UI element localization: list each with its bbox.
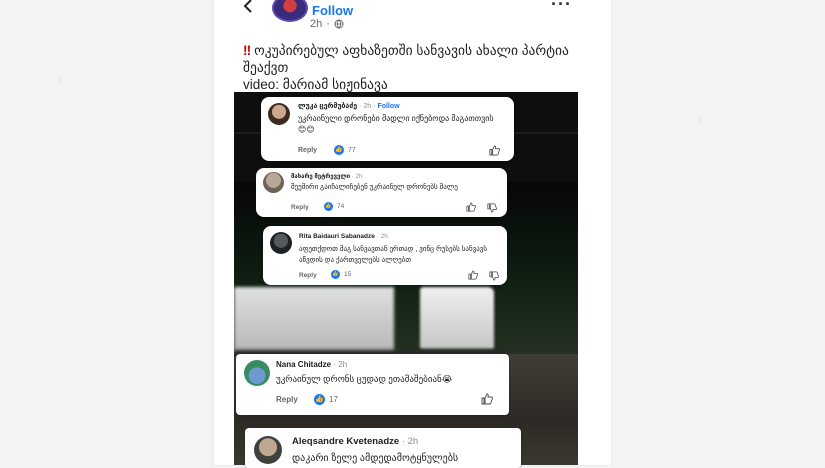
reply-button[interactable]: Reply — [299, 272, 317, 279]
comment-card: Rita Baidauri Sabanadze · 2h აფეთქდოთ მა… — [263, 226, 507, 285]
comment-text: დაკარი ზელე ამდედამოტყნულებს — [292, 453, 459, 464]
comment-author-name[interactable]: Nana Chitadze — [276, 360, 331, 369]
like-count-value: 77 — [348, 146, 356, 154]
comment-author[interactable]: Nana Chitadze · 2h — [276, 360, 347, 369]
like-count: 👍 17 — [314, 394, 338, 405]
post-caption: ოკუპირებულ აფხაზეთში სანვავის ახალი პარტ… — [243, 43, 569, 75]
like-reaction-icon: 👍 — [331, 270, 340, 279]
post-video-credit: video: მარიამ სიჟინავა — [243, 77, 388, 92]
thumbs-up-icon[interactable] — [466, 202, 476, 212]
comment-card: ლუკა ცერმუბაძე · 2h · Follow უკრაინული დ… — [261, 97, 514, 161]
comment-avatar[interactable] — [268, 103, 290, 125]
comment-author-name[interactable]: Rita Baidauri Sabanadze — [299, 233, 375, 240]
like-reaction-icon: 👍 — [314, 394, 325, 405]
comment-time: 2h — [407, 436, 419, 447]
thumbs-up-icon[interactable] — [481, 393, 493, 405]
globe-icon — [334, 19, 344, 29]
comment-author-name[interactable]: Aleqsandre Kvetenadze — [292, 436, 399, 447]
thumbs-down-icon[interactable] — [489, 271, 499, 281]
follow-button[interactable]: Follow — [312, 3, 353, 18]
like-count-value: 15 — [344, 271, 352, 278]
comment-author[interactable]: მახარე მეტრეველი · 2h — [291, 173, 362, 180]
comment-card: მახარე მეტრეველი · 2h შეემირი გაიჩალიჩებ… — [256, 168, 507, 217]
like-count-value: 74 — [337, 203, 345, 210]
comment-author[interactable]: Rita Baidauri Sabanadze · 2h — [299, 233, 388, 240]
reply-button[interactable]: Reply — [291, 204, 309, 211]
post-time: 2h — [310, 18, 323, 30]
comment-follow-button[interactable]: Follow — [377, 103, 399, 110]
back-arrow-icon[interactable] — [242, 0, 258, 16]
post-meta: 2h · — [310, 18, 344, 30]
comment-card: Aleqsandre Kvetenadze · 2h დაკარი ზელე ა… — [245, 428, 521, 468]
comment-avatar[interactable] — [263, 172, 284, 193]
comment-text: აფეთქდოთ მაგ სანვავთან ერთად , ვინც რუსე… — [299, 246, 488, 264]
comment-author-name[interactable]: ლუკა ცერმუბაძე — [298, 103, 357, 110]
like-count: 👍 15 — [331, 270, 351, 279]
comment-avatar[interactable] — [244, 360, 270, 386]
video-scene-truck-cab — [420, 287, 494, 349]
thumbs-down-icon[interactable] — [487, 203, 497, 213]
comment-author[interactable]: Aleqsandre Kvetenadze · 2h — [292, 436, 418, 447]
like-count: 👍 77 — [334, 145, 356, 155]
comment-author-name[interactable]: მახარე მეტრეველი — [291, 174, 350, 180]
like-reaction-icon: 👍 — [334, 145, 344, 155]
comment-author[interactable]: ლუკა ცერმუბაძე · 2h · Follow — [298, 102, 400, 110]
like-reaction-icon: 👍 — [324, 202, 333, 211]
comment-time: 2h — [355, 174, 363, 180]
like-count: 👍 74 — [324, 202, 344, 211]
comment-text: შეემირი გაიჩალიჩებენ უკრაინულ დრონებს მა… — [291, 184, 458, 191]
comment-text: უკრაინული დრონები მადლი იქნებოდა მაგათთვ… — [298, 114, 494, 134]
comment-time: 2h — [338, 360, 348, 369]
comment-time: 2h — [380, 233, 388, 240]
double-exclamation-icon: ‼ — [243, 43, 252, 58]
more-dots-icon[interactable]: ··· — [551, 0, 572, 15]
comment-avatar[interactable] — [254, 436, 282, 464]
reply-button[interactable]: Reply — [298, 147, 317, 154]
thumbs-up-icon[interactable] — [489, 145, 500, 156]
comment-avatar[interactable] — [270, 232, 292, 254]
video-scene-truck-trailer — [234, 287, 394, 352]
comment-text: უკრაინულ დრონს ცუდად ეთამაშებიან😭 — [276, 374, 453, 384]
reply-button[interactable]: Reply — [276, 395, 298, 404]
like-count-value: 17 — [329, 395, 338, 404]
comment-time: 2h — [363, 103, 372, 110]
thumbs-up-icon[interactable] — [468, 270, 478, 280]
comment-card: Nana Chitadze · 2h უკრაინულ დრონს ცუდად … — [236, 354, 509, 415]
post-text: ‼ ოკუპირებულ აფხაზეთში სანვავის ახალი პარ… — [243, 42, 583, 93]
